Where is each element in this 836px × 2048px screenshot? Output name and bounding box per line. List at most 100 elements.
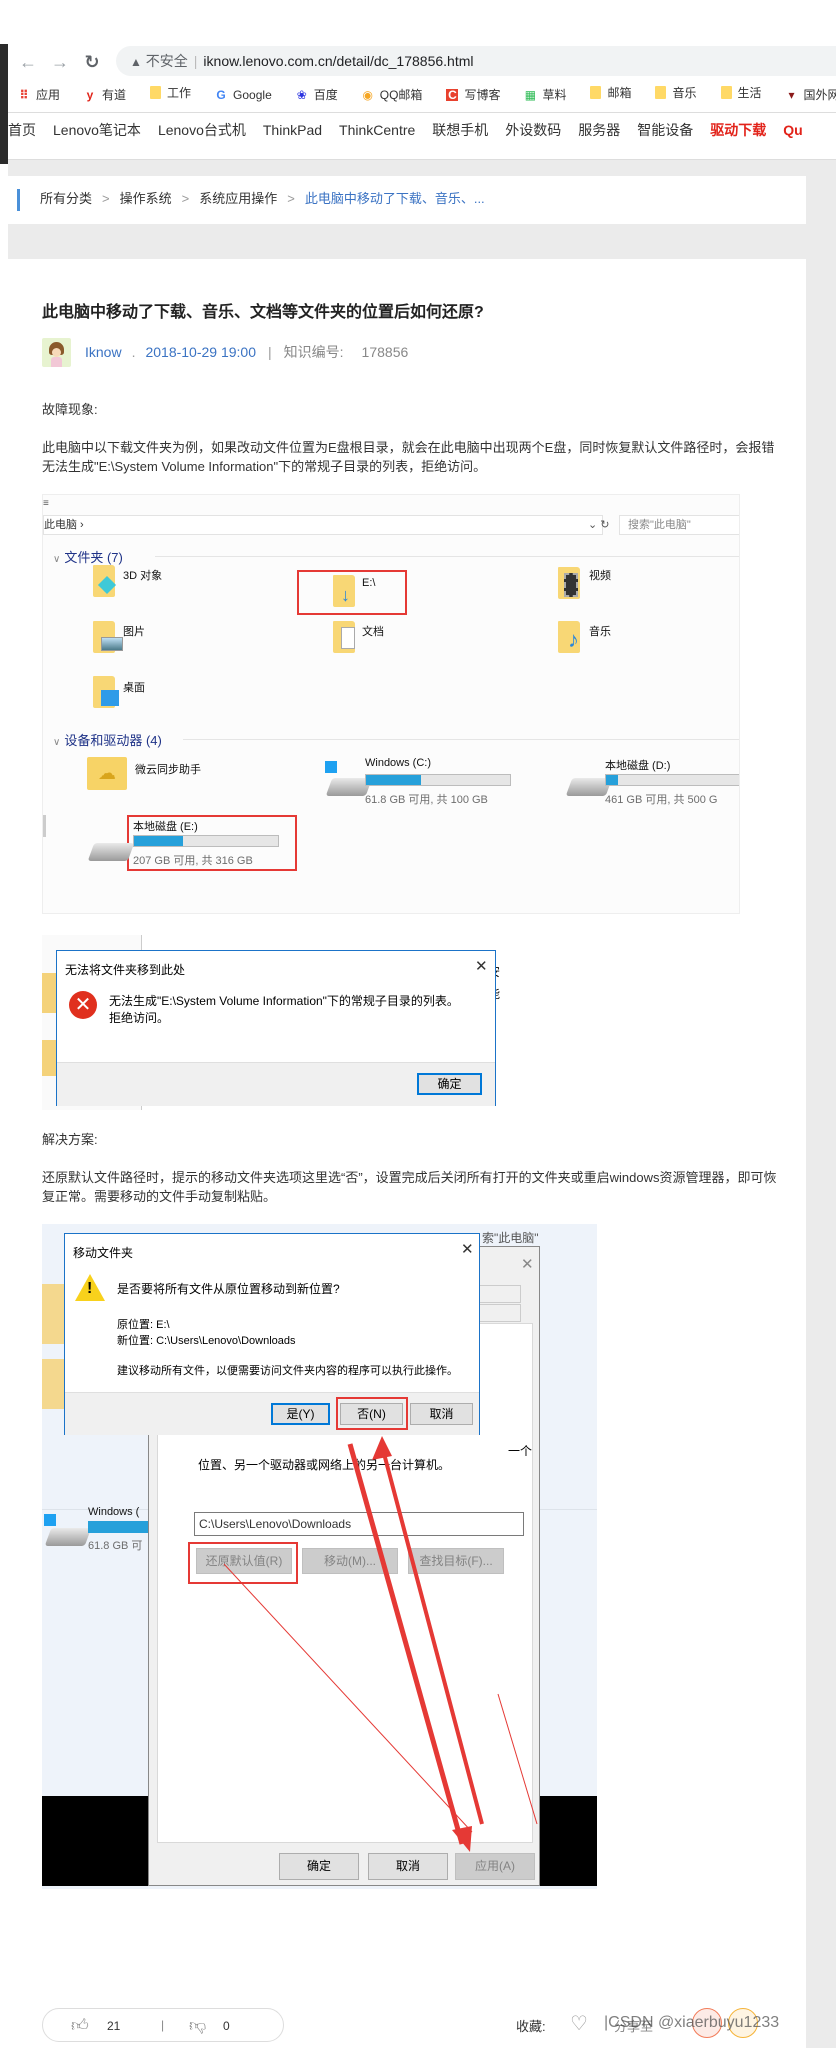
bookmark-label: 草料 <box>542 88 567 102</box>
folder-icon <box>720 85 732 99</box>
annotation-arrows <box>223 1436 538 1852</box>
bookmark-item[interactable]: ◉ QQ邮箱 <box>362 83 423 107</box>
breadcrumb-item[interactable]: 系统应用操作 <box>199 191 277 206</box>
bookmark-item[interactable]: ▦ 草料 <box>524 83 567 107</box>
page-right-margin <box>806 160 836 2048</box>
site-nav-item[interactable]: 联想手机 <box>432 122 488 138</box>
bookmark-item[interactable]: ▾ 国外网 <box>786 83 836 107</box>
meta-dot: . <box>131 344 136 360</box>
breadcrumb: 所有分类 > 操作系统 > 系统应用操作 > 此电脑中移动了下载、音乐、... <box>40 188 485 210</box>
bookmark-item[interactable]: 工作 <box>150 80 191 104</box>
error-dialog-screenshot: 安 能 无法将文件夹移到此处 ✕ ✕ 无法生成"E:\System Volume… <box>42 935 503 1110</box>
explorer-address-bar: 此电脑 › <box>43 515 603 535</box>
bookmark-label: 有道 <box>102 88 127 102</box>
publish-date: 2018-10-29 19:00 <box>145 344 257 360</box>
thumbs-up-icon[interactable]: 👍︎ <box>71 2015 89 2036</box>
bookmark-item[interactable]: G Google <box>215 83 271 107</box>
feedback-divider: | <box>161 2018 165 2032</box>
browser-toolbar: ← → ↻ ▲ 不安全 | iknow.lenovo.com.cn/detail/d… <box>8 44 836 78</box>
bookmarks-bar: ⠿ 应用 y 有道 工作 G Google ❀ 百度 ◉ QQ邮箱 C 写博客 ▦ 草料 邮箱 音乐 生活 ▾ 国外网 <box>8 80 836 104</box>
error-dialog-title: 无法将文件夹移到此处 <box>65 963 186 977</box>
reload-icon[interactable]: ↻ <box>82 52 102 73</box>
bookmark-item[interactable]: 邮箱 <box>590 80 631 104</box>
meta-divider: | <box>268 344 272 360</box>
folder-icon <box>150 85 162 99</box>
site-nav-item[interactable]: 智能设备 <box>637 122 693 138</box>
kb-number-label: 知识编号: <box>283 344 344 360</box>
arrow-head-up <box>372 1436 392 1460</box>
address-separator: | <box>193 53 198 69</box>
folder-label: 文档 <box>362 626 384 638</box>
site-nav-item[interactable]: ThinkPad <box>263 122 322 138</box>
drive-usage-bar <box>605 774 739 786</box>
drive-name: 微云同步助手 <box>135 764 201 776</box>
site-nav-item[interactable]: Lenovo笔记本 <box>53 122 141 138</box>
dislike-count: 0 <box>223 2019 230 2033</box>
site-nav-item[interactable]: 服务器 <box>578 122 620 138</box>
folders-section-header: ∨ 文件夹 (7) <box>53 550 123 565</box>
ok-button[interactable]: 确定 <box>417 1073 482 1095</box>
breadcrumb-item[interactable]: 所有分类 <box>40 191 92 206</box>
hard-drive-icon <box>87 843 135 861</box>
background-window-dark-edge <box>0 44 8 164</box>
weiyun-cloud-icon: ☁ <box>87 757 127 790</box>
bookmark-item[interactable]: ❀ 百度 <box>296 83 338 107</box>
site-nav-hot-item[interactable]: 驱动下载 <box>710 122 766 138</box>
drives-section-header: ∨ 设备和驱动器 (4) <box>53 733 162 748</box>
windows-logo-icon <box>325 761 337 773</box>
thumbs-down-icon[interactable]: 👎︎ <box>189 2015 206 2036</box>
breadcrumb-current: 此电脑中移动了下载、音乐、... <box>304 191 485 206</box>
site-nav-item[interactable]: 外设数码 <box>505 122 561 138</box>
site-nav-hot-item[interactable]: Qu <box>783 122 802 138</box>
folder-label: 图片 <box>123 626 145 638</box>
site-nav-item[interactable]: ThinkCentre <box>339 122 415 138</box>
site-nav-item[interactable]: 首页 <box>8 122 36 138</box>
site-navigation: 首页 Lenovo笔记本 Lenovo台式机 ThinkPad ThinkCentre 联… <box>8 118 836 158</box>
background-folder-icon <box>42 1040 56 1076</box>
author-link[interactable]: Iknow <box>85 344 122 360</box>
scroll-indicator <box>43 815 46 837</box>
chrome-divider <box>8 112 836 113</box>
baidu-icon: ❀ <box>296 87 307 102</box>
bookmark-item[interactable]: y 有道 <box>84 83 126 107</box>
folder-label: E:\ <box>362 577 376 589</box>
feedback-pill: 👍︎ 21 | 👎︎ 0 <box>42 2008 284 2042</box>
close-icon[interactable]: ✕ <box>475 957 488 975</box>
folder-videos-icon <box>558 567 580 599</box>
bookmark-item[interactable]: 生活 <box>720 80 762 104</box>
site-nav-item[interactable]: Lenovo台式机 <box>158 122 246 138</box>
folder-label: 音乐 <box>589 626 611 638</box>
heart-icon[interactable]: ♡ <box>570 2011 588 2036</box>
warning-triangle-icon: ▲ <box>130 55 142 69</box>
drive-usage-fill <box>366 775 421 785</box>
background-folder-icon <box>42 973 56 1013</box>
drive-name: 本地磁盘 (D:) <box>605 760 671 772</box>
bookmark-item[interactable]: 音乐 <box>655 80 697 104</box>
bookmark-label: 应用 <box>36 88 61 102</box>
bat-icon: ▾ <box>788 87 795 102</box>
address-bar[interactable]: ▲ 不安全 | iknow.lenovo.com.cn/detail/dc_1788… <box>116 46 836 76</box>
folder-pictures-icon <box>93 621 123 653</box>
bookmark-item[interactable]: ⠿ 应用 <box>18 83 60 107</box>
error-icon: ✕ <box>69 991 97 1019</box>
insecure-label: 不安全 <box>145 53 188 69</box>
folder-icon <box>590 85 602 99</box>
forward-arrow-icon[interactable]: → <box>50 52 70 73</box>
author-avatar[interactable] <box>42 338 71 367</box>
bookmark-label: 邮箱 <box>607 85 632 100</box>
chevron-down-icon: ∨ <box>53 554 61 565</box>
drive-space: 207 GB 可用, 共 316 GB <box>133 855 253 867</box>
share-label: 分享至 <box>614 2019 654 2034</box>
section-heading-symptom: 故障现象: <box>42 402 98 417</box>
bookmark-item[interactable]: C 写博客 <box>446 83 500 107</box>
folder-label: 桌面 <box>123 682 145 694</box>
drive-space: 61.8 GB 可用, 共 100 GB <box>365 794 488 806</box>
breadcrumb-accent-bar <box>17 189 20 211</box>
back-arrow-icon[interactable]: ← <box>18 52 38 73</box>
drive-usage-bar <box>365 774 511 786</box>
section-text-solution: 还原默认文件路径时，提示的移动文件夹选项这里选“否”，设置完成后关闭所有打开的文… <box>42 1170 777 1204</box>
drive-name: 本地磁盘 (E:) <box>133 821 198 833</box>
breadcrumb-item[interactable]: 操作系统 <box>120 191 172 206</box>
section-divider <box>183 739 739 740</box>
bookmark-label: 工作 <box>167 85 192 100</box>
